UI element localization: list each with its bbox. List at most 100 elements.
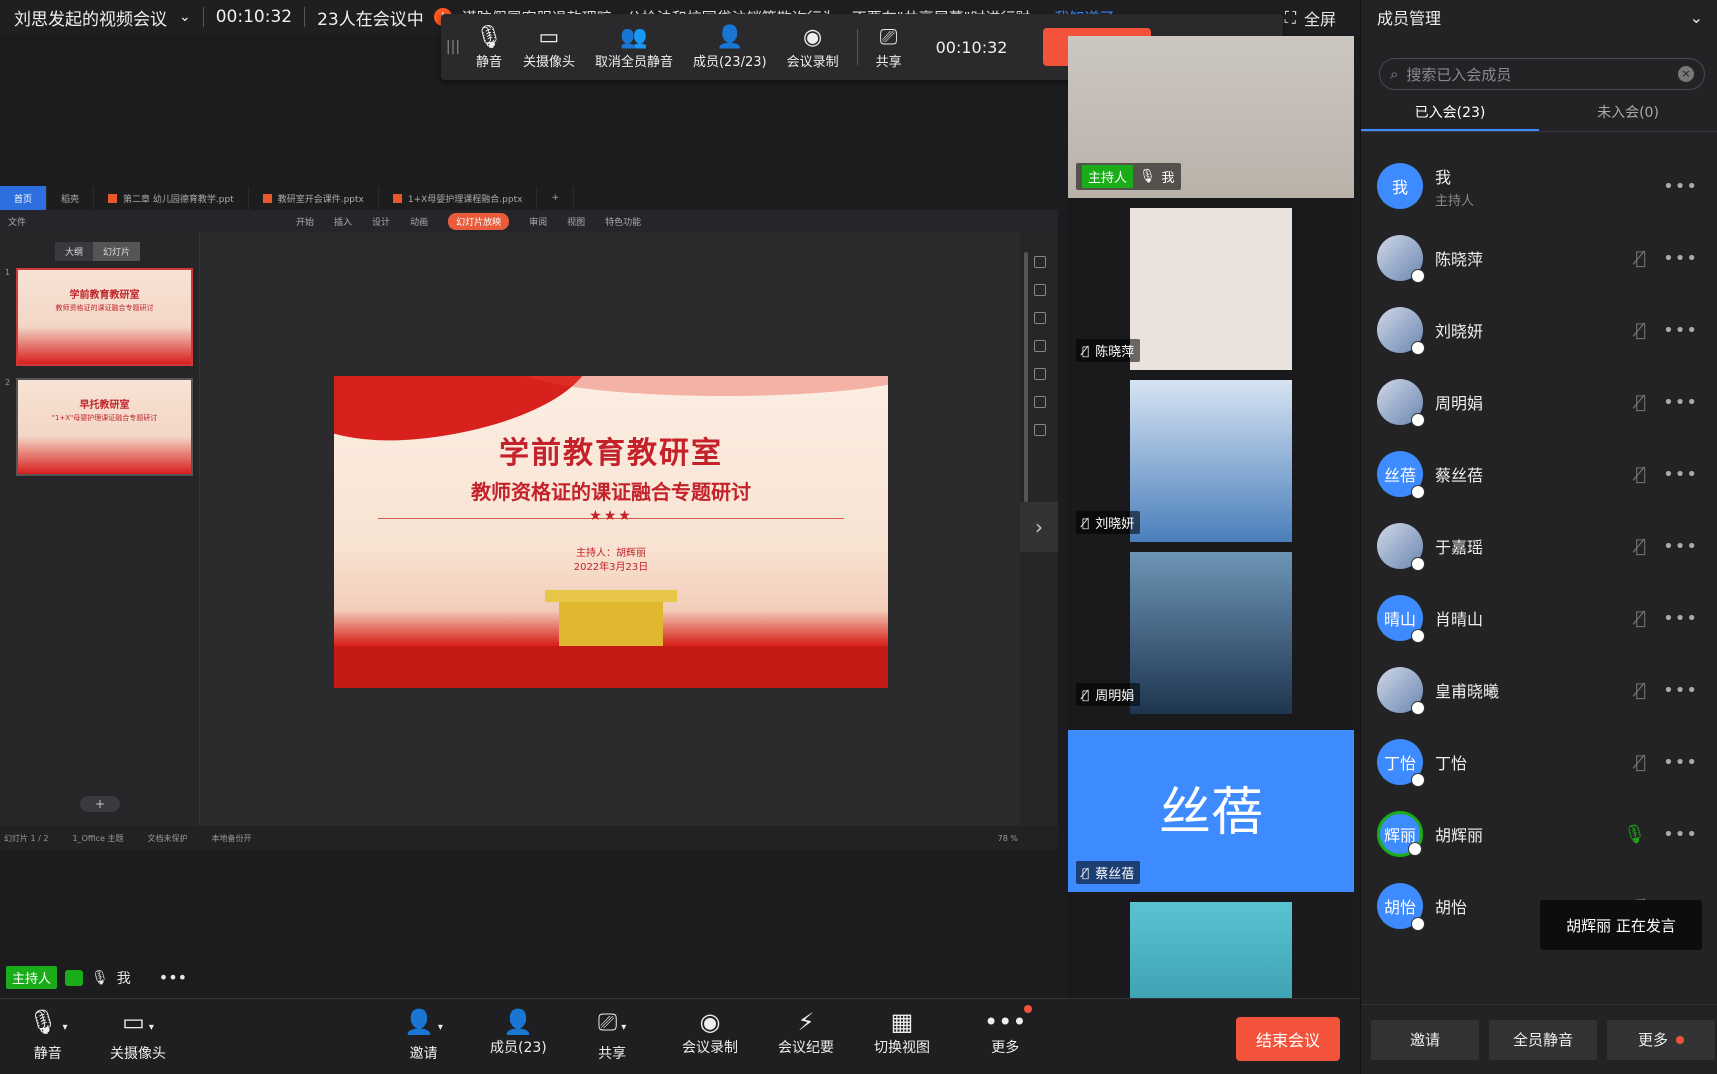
member-search[interactable]: ⌕ 搜索已入会成员 × xyxy=(1379,58,1705,90)
ppt-tab-file[interactable]: 教研室开会课件.pptx xyxy=(249,186,379,210)
tab-not-joined[interactable]: 未入会(0) xyxy=(1539,98,1717,131)
member-row[interactable]: 辉丽 胡辉丽 🎙 ••• xyxy=(1361,798,1717,870)
tab-joined[interactable]: 已入会(23) xyxy=(1361,98,1539,131)
camera-button[interactable]: ▭ ▾ 关摄像头 xyxy=(110,1007,166,1063)
ppt-menu-review[interactable]: 审阅 xyxy=(529,215,547,228)
member-row[interactable]: 丝蓓 蔡丝蓓 🎙̸ ••• xyxy=(1361,438,1717,510)
mic-muted-icon[interactable]: 🎙̸ xyxy=(1635,536,1646,557)
chevron-down-icon[interactable]: ⌄ xyxy=(1690,8,1703,27)
video-tile[interactable]: ⌄ xyxy=(1068,902,1354,998)
tool-icon[interactable] xyxy=(1034,340,1046,352)
ppt-tab-docer[interactable]: 稻壳 xyxy=(47,186,95,210)
member-row[interactable]: 晴山 肖晴山 🎙̸ ••• xyxy=(1361,582,1717,654)
member-row[interactable]: 丁怡 丁怡 🎙̸ ••• xyxy=(1361,726,1717,798)
drag-handle[interactable]: ||| xyxy=(441,39,465,55)
more-button[interactable]: ••• 更多 xyxy=(984,1005,1033,1057)
mic-muted-icon[interactable]: 🎙̸ xyxy=(1635,320,1646,341)
vertical-scrollbar[interactable] xyxy=(1024,252,1028,502)
unmute-all-button[interactable]: 👥 取消全员静音 xyxy=(585,14,683,80)
ppt-tab-home[interactable]: 首页 xyxy=(0,186,48,210)
mute-button[interactable]: 🎙 ▾ 静音 xyxy=(28,1007,68,1063)
thumb-title: 早托教研室 xyxy=(79,400,130,411)
slide-thumbnail[interactable]: 早托教研室 "1+X"母婴护理课证融合专题研讨 xyxy=(16,378,193,476)
member-row[interactable]: 皇甫晓曦 🎙̸ ••• xyxy=(1361,654,1717,726)
switch-view-button[interactable]: ▦ 切换视图 xyxy=(874,1007,930,1057)
invite-button[interactable]: 👤 ▾ 邀请 xyxy=(404,1007,443,1063)
avatar xyxy=(1377,523,1425,571)
more-options-icon[interactable]: ••• xyxy=(159,968,187,987)
slides-tab[interactable]: 幻灯片 xyxy=(93,242,141,261)
more-options-icon[interactable]: ••• xyxy=(1663,824,1698,845)
video-tile[interactable]: 🎙̸ 周明娟 xyxy=(1068,552,1354,714)
end-meeting-button[interactable]: 结束会议 xyxy=(1236,1017,1341,1061)
ppt-menu-slideshow[interactable]: 幻灯片放映 xyxy=(448,212,510,230)
search-input[interactable]: 搜索已入会成员 xyxy=(1406,64,1511,85)
tool-icon[interactable] xyxy=(1034,256,1046,268)
mic-muted-icon[interactable]: 🎙̸ xyxy=(1635,752,1646,773)
more-options-icon[interactable]: ••• xyxy=(1663,752,1698,773)
protect-status[interactable]: 文档未保护 xyxy=(148,833,188,844)
slide-thumbnail[interactable]: 学前教育教研室 教师资格证的课证融合专题研讨 xyxy=(16,268,193,366)
tool-icon[interactable] xyxy=(1034,368,1046,380)
microphone-icon[interactable]: 🎙 xyxy=(1623,824,1646,845)
ppt-tab-file[interactable]: 第二章 幼儿园德育教学.ppt xyxy=(94,186,249,210)
backup-status[interactable]: 本地备份开 xyxy=(212,833,252,844)
member-name: 陈晓萍 xyxy=(1435,250,1484,269)
mic-muted-icon[interactable]: 🎙̸ xyxy=(1635,392,1646,413)
meeting-title-dropdown[interactable]: 刘思发起的视频会议 ⌄ xyxy=(0,5,191,30)
chevron-right-icon[interactable]: › xyxy=(1020,502,1058,552)
new-tab-button[interactable]: + xyxy=(537,186,574,210)
more-options-icon[interactable]: ••• xyxy=(1663,320,1698,341)
share-button[interactable]: ⎚ ▾ 共享 xyxy=(598,1007,626,1063)
add-slide-button[interactable]: + xyxy=(80,796,120,812)
fullscreen-button[interactable]: ⛶ 全屏 xyxy=(1285,6,1336,30)
ppt-menu-insert[interactable]: 插入 xyxy=(334,215,352,228)
member-row[interactable]: 我我主持人 ••• xyxy=(1361,150,1717,222)
mic-muted-icon[interactable]: 🎙̸ xyxy=(1635,608,1646,629)
outline-tab[interactable]: 大纲 xyxy=(55,242,94,261)
members-button[interactable]: 👤 成员(23) xyxy=(490,1007,547,1057)
current-slide[interactable]: 学前教育教研室 教师资格证的课证融合专题研讨 ★★★ 主持人：胡辉丽 2022年… xyxy=(334,376,888,688)
record-button[interactable]: ◉ 会议录制 xyxy=(682,1007,738,1057)
mic-muted-icon[interactable]: 🎙̸ xyxy=(1635,248,1646,269)
more-options-icon[interactable]: ••• xyxy=(1663,464,1698,485)
more-options-icon[interactable]: ••• xyxy=(1663,680,1698,701)
member-row[interactable]: 刘晓妍 🎙̸ ••• xyxy=(1361,294,1717,366)
video-tile-self[interactable]: 主持人 🎙 我 xyxy=(1068,36,1354,198)
more-options-icon[interactable]: ••• xyxy=(1663,608,1698,629)
mic-muted-icon[interactable]: 🎙̸ xyxy=(1635,464,1646,485)
zoom-level[interactable]: 78 % xyxy=(998,834,1018,843)
ppt-menu-features[interactable]: 特色功能 xyxy=(605,215,641,228)
tool-icon[interactable] xyxy=(1034,284,1046,296)
tool-icon[interactable] xyxy=(1034,396,1046,408)
invite-button[interactable]: 邀请 xyxy=(1371,1019,1479,1060)
video-tile[interactable]: 🎙̸ 刘晓妍 xyxy=(1068,380,1354,542)
more-options-icon[interactable]: ••• xyxy=(1663,536,1698,557)
more-options-icon[interactable]: ••• xyxy=(1663,392,1698,413)
minutes-button[interactable]: ⚡ 会议纪要 xyxy=(778,1007,834,1057)
tool-icon[interactable] xyxy=(1034,312,1046,324)
more-button[interactable]: 更多 xyxy=(1607,1019,1715,1060)
more-options-icon[interactable]: ••• xyxy=(1663,176,1698,197)
tool-icon[interactable] xyxy=(1034,424,1046,436)
more-options-icon[interactable]: ••• xyxy=(1663,248,1698,269)
video-tile[interactable]: 丝蓓 🎙̸ 蔡丝蓓 xyxy=(1068,730,1354,892)
mute-all-button[interactable]: 全员静音 xyxy=(1489,1019,1597,1060)
ppt-menu-file[interactable]: 文件 xyxy=(8,215,26,228)
clear-icon[interactable]: × xyxy=(1678,66,1694,82)
ppt-tab-file[interactable]: 1+X母婴护理课程融合.pptx xyxy=(379,186,538,210)
member-row[interactable]: 于嘉瑶 🎙̸ ••• xyxy=(1361,510,1717,582)
share-button[interactable]: ⎚ 共享 xyxy=(866,14,912,80)
ppt-menu-start[interactable]: 开始 xyxy=(296,215,314,228)
camera-off-button[interactable]: ▭ 关摄像头 xyxy=(513,14,585,80)
video-tile[interactable]: 🎙̸ 陈晓萍 xyxy=(1068,208,1354,370)
mute-button[interactable]: 🎙 静音 xyxy=(465,14,513,80)
ppt-menu-animation[interactable]: 动画 xyxy=(410,215,428,228)
ppt-menu-view[interactable]: 视图 xyxy=(567,215,585,228)
members-button[interactable]: 👤 成员(23/23) xyxy=(683,14,777,80)
member-row[interactable]: 周明娟 🎙̸ ••• xyxy=(1361,366,1717,438)
member-row[interactable]: 陈晓萍 🎙̸ ••• xyxy=(1361,222,1717,294)
ppt-menu-design[interactable]: 设计 xyxy=(372,215,390,228)
mic-muted-icon[interactable]: 🎙̸ xyxy=(1635,680,1646,701)
record-button[interactable]: ◉ 会议录制 xyxy=(777,14,849,80)
